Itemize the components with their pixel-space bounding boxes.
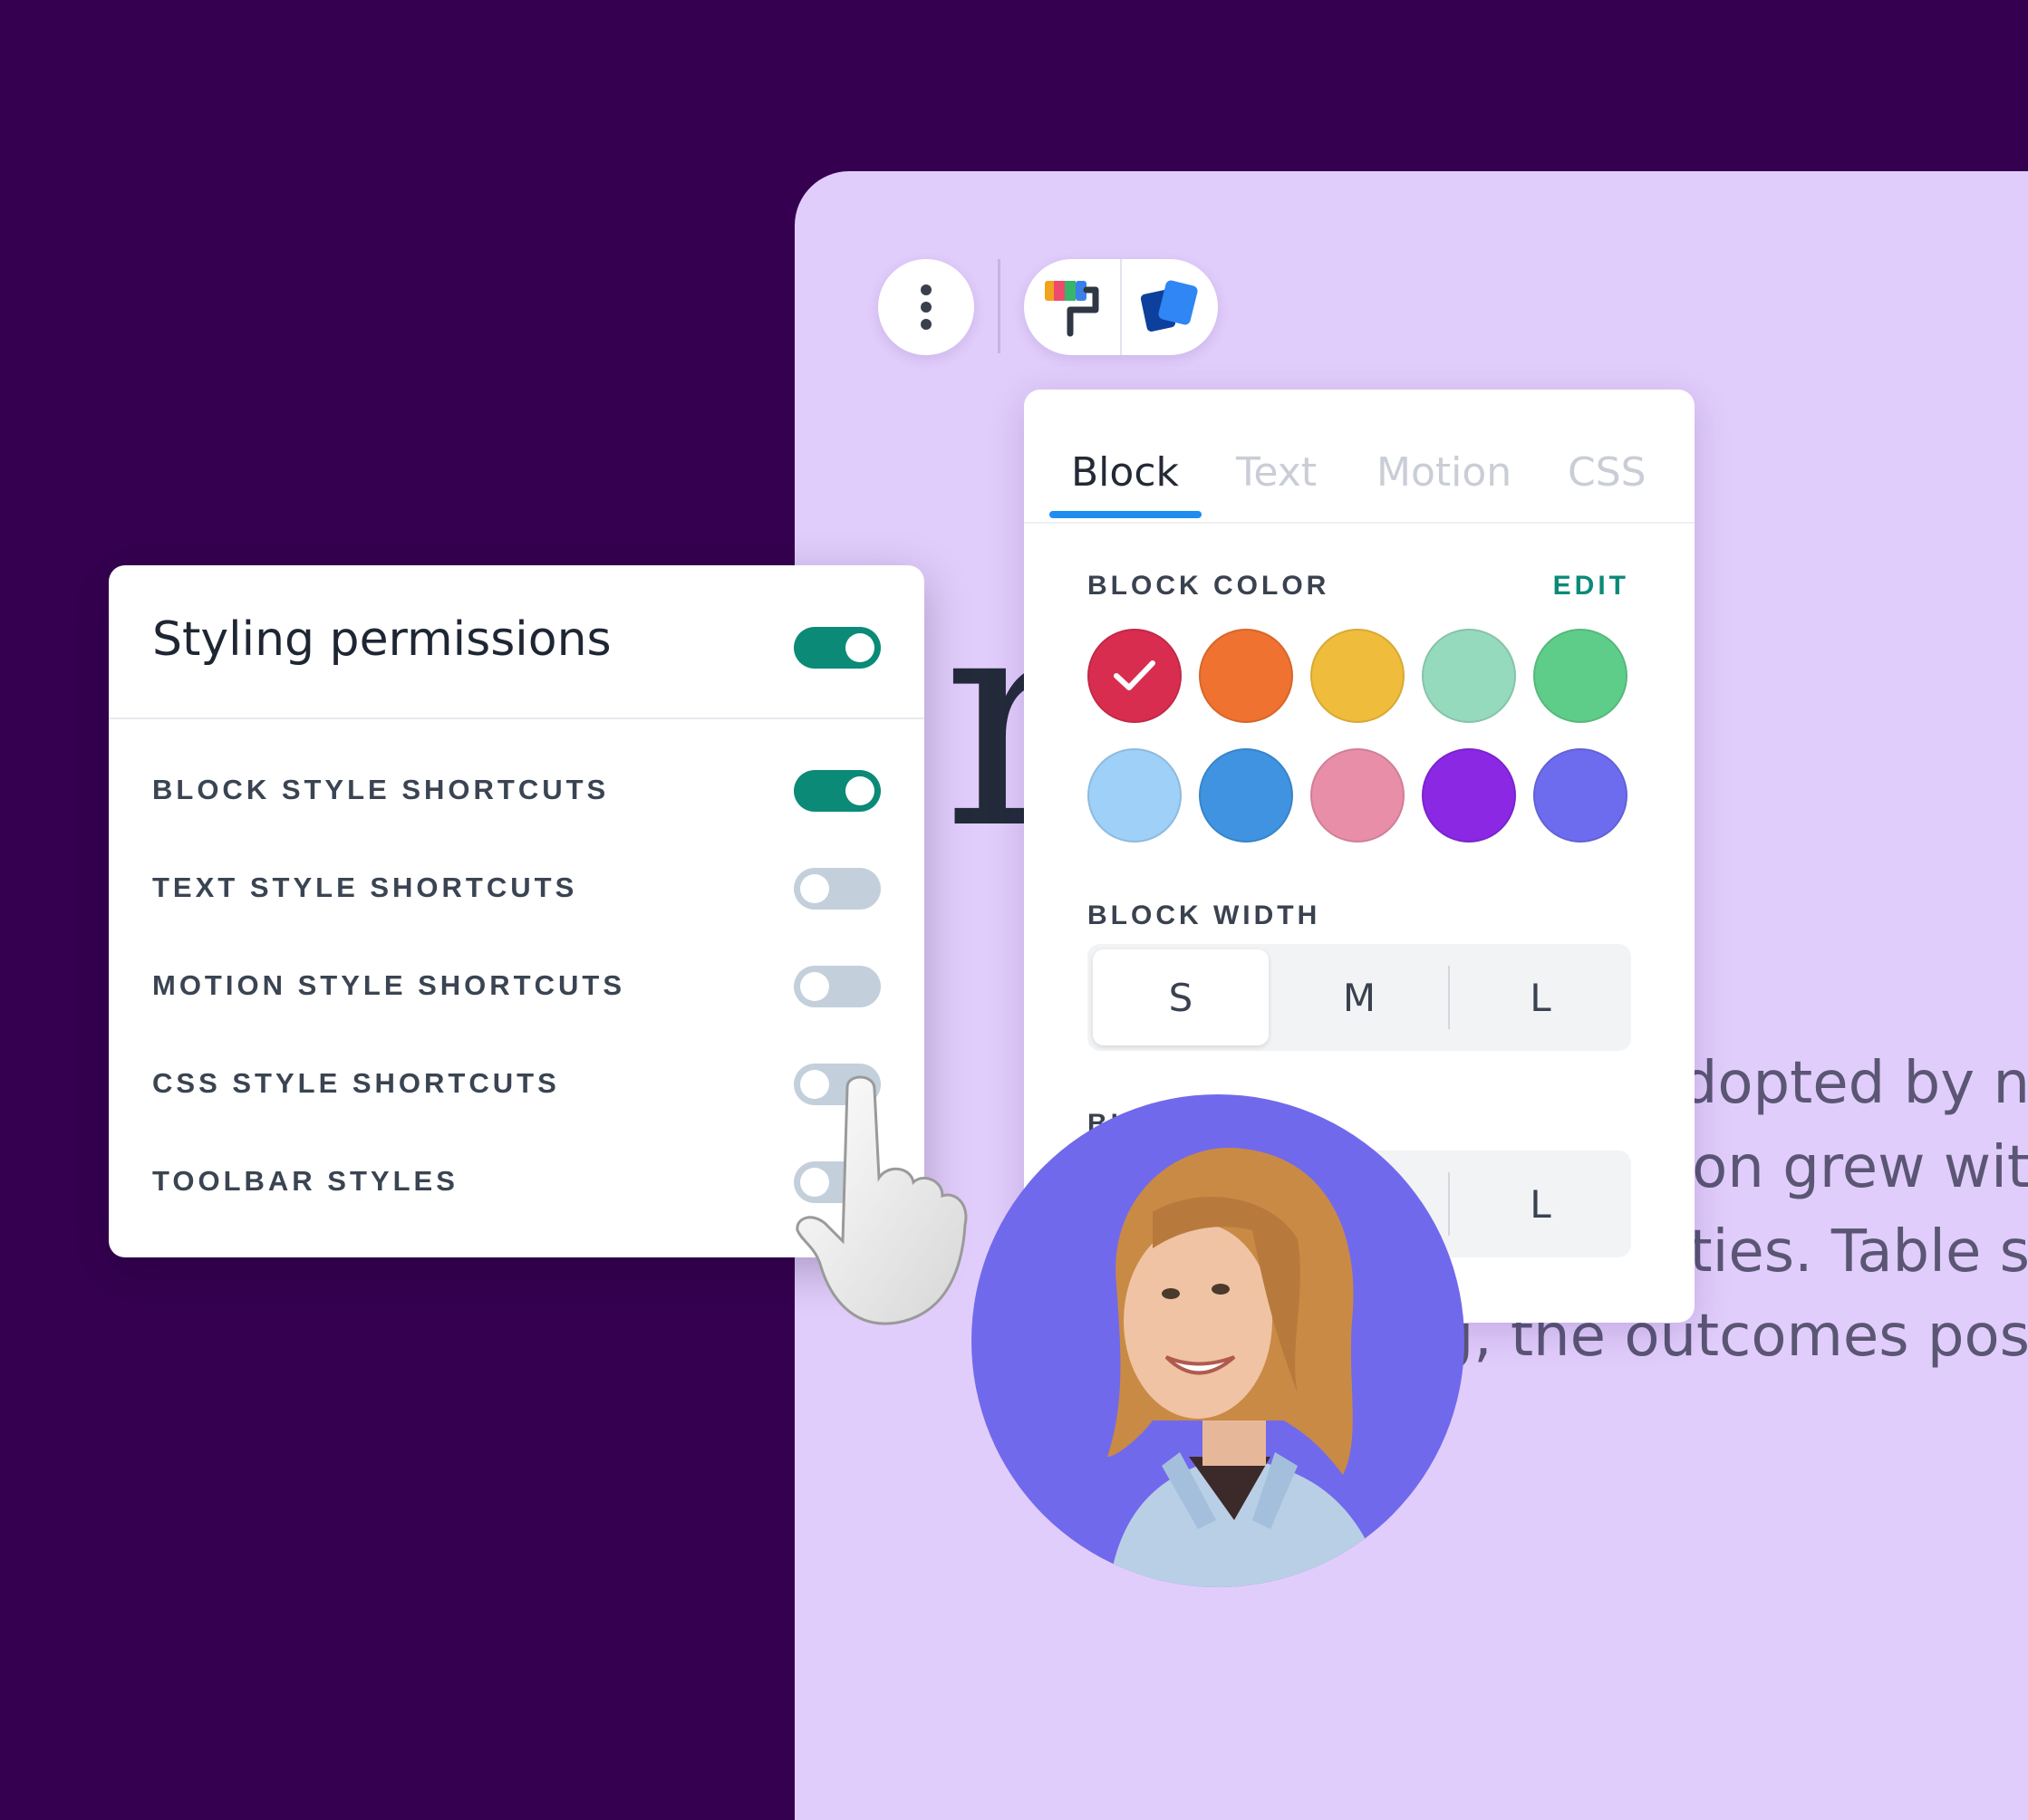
spacing-option-l[interactable]: L — [1450, 1151, 1631, 1257]
perm-label-toolbar-styles: TOOLBAR STYLES — [152, 1165, 459, 1197]
toggle-knob — [800, 972, 829, 1001]
color-swatch[interactable] — [1422, 748, 1516, 843]
card-divider — [109, 717, 924, 719]
person-photo-illustration — [1107, 1147, 1385, 1587]
block-width-label: BLOCK WIDTH — [1087, 900, 1321, 930]
width-option-s[interactable]: S — [1093, 949, 1269, 1045]
pointer-hand-icon — [796, 1075, 968, 1325]
checkmark-icon — [1114, 660, 1155, 690]
more-options-button[interactable] — [878, 259, 974, 355]
color-swatch[interactable] — [1087, 748, 1182, 843]
color-swatch[interactable] — [1199, 629, 1293, 723]
permissions-title: Styling permissions — [152, 612, 612, 667]
user-avatar — [971, 1094, 1464, 1587]
edit-colors-link[interactable]: EDIT — [1553, 571, 1629, 602]
tab-block[interactable]: Block — [1071, 449, 1179, 496]
tab-css[interactable]: CSS — [1568, 449, 1647, 496]
toggle-knob — [845, 776, 874, 805]
layered-cards-icon — [1140, 280, 1198, 332]
block-color-label: BLOCK COLOR — [1087, 571, 1330, 601]
perm-label-css-style: CSS STYLE SHORTCUTS — [152, 1067, 560, 1099]
toolbar-divider — [998, 259, 1000, 353]
layers-button[interactable] — [1120, 259, 1218, 355]
style-tools-group — [1024, 259, 1218, 355]
tab-motion[interactable]: Motion — [1376, 449, 1511, 496]
width-option-m[interactable]: M — [1269, 944, 1450, 1051]
tab-text[interactable]: Text — [1236, 449, 1317, 496]
perm-label-motion-style: MOTION STYLE SHORTCUTS — [152, 969, 625, 1001]
toggle-motion-style-shortcuts[interactable] — [794, 966, 881, 1007]
active-tab-indicator — [1049, 511, 1202, 518]
color-swatch[interactable] — [1199, 748, 1293, 843]
perm-label-block-style: BLOCK STYLE SHORTCUTS — [152, 774, 610, 805]
perm-label-text-style: TEXT STYLE SHORTCUTS — [152, 871, 578, 903]
color-swatch[interactable] — [1422, 629, 1516, 723]
toggle-block-style-shortcuts[interactable] — [794, 770, 881, 812]
paint-roller-button[interactable] — [1024, 259, 1120, 355]
toggle-text-style-shortcuts[interactable] — [794, 868, 881, 910]
style-tabs: Block Text Motion CSS — [1024, 390, 1695, 524]
toggle-knob — [845, 633, 874, 662]
width-option-l[interactable]: L — [1450, 944, 1631, 1051]
permissions-master-toggle[interactable] — [794, 627, 881, 669]
color-swatch[interactable] — [1310, 748, 1405, 843]
color-swatch[interactable] — [1087, 629, 1182, 723]
color-swatch[interactable] — [1533, 748, 1627, 843]
paint-roller-icon — [1045, 281, 1099, 337]
color-swatch[interactable] — [1533, 629, 1627, 723]
vertical-dots-icon — [921, 284, 932, 330]
color-swatch[interactable] — [1310, 629, 1405, 723]
toggle-knob — [800, 874, 829, 903]
block-width-selector: S M L — [1087, 944, 1631, 1051]
